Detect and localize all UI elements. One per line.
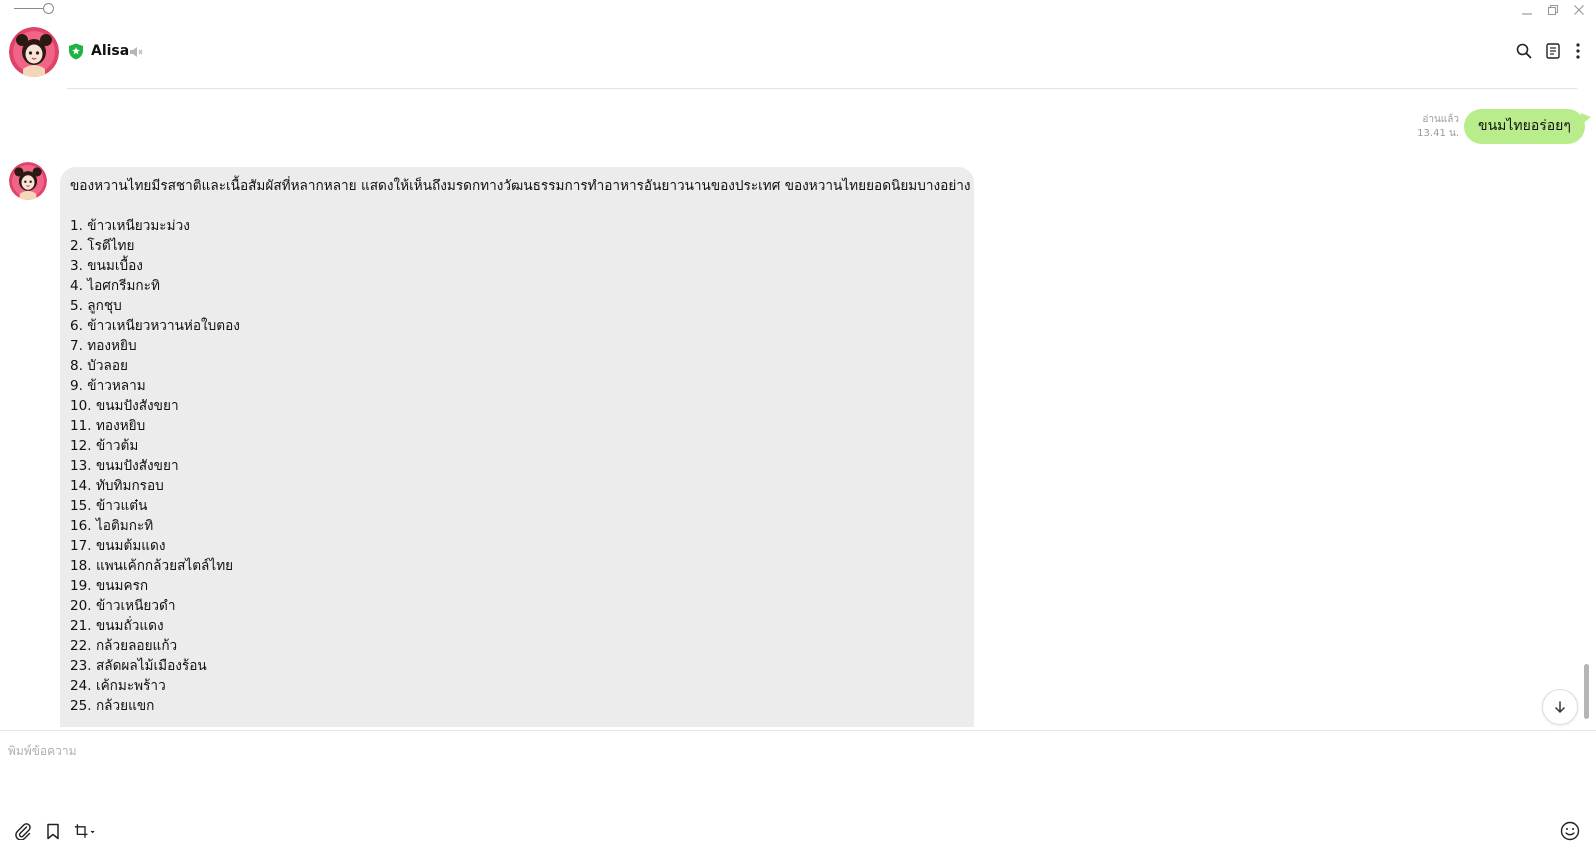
list-item: 18. แพนเค้กกล้วยสไตล์ไทย: [70, 558, 234, 574]
opacity-slider-track[interactable]: [14, 8, 44, 9]
notes-icon[interactable]: [1543, 41, 1563, 61]
minimize-icon[interactable]: [1517, 2, 1537, 18]
contact-avatar[interactable]: [9, 27, 59, 77]
list-item: 7. ทองหยิบ: [70, 338, 137, 354]
restore-icon[interactable]: [1543, 2, 1563, 18]
incoming-message-bubble[interactable]: ของหวานไทยมีรสชาติและเนื้อสัมผัสที่หลากห…: [60, 167, 974, 727]
message-meta: อ่านแล้ว 13.41 น.: [1417, 113, 1459, 141]
list-item: 9. ข้าวหลาม: [70, 378, 146, 394]
emoji-icon[interactable]: [1559, 820, 1581, 842]
message-intro: ของหวานไทยมีรสชาติและเนื้อสัมผัสที่หลากห…: [70, 178, 974, 194]
list-item: 1. ข้าวเหนียวมะม่วง: [70, 218, 190, 234]
list-item: 10. ขนมปังสังขยา: [70, 398, 179, 414]
crop-icon[interactable]: [74, 820, 96, 842]
attach-icon[interactable]: [12, 820, 34, 842]
outgoing-message-bubble[interactable]: ขนมไทยอร่อยๆ: [1464, 109, 1591, 144]
composer-divider: [0, 730, 1596, 731]
list-item: 23. สลัดผลไม้เมืองร้อน: [70, 658, 207, 674]
contact-name[interactable]: Alisa: [91, 42, 129, 60]
list-item: 20. ข้าวเหนียวดำ: [70, 598, 176, 614]
dessert-list: 1. ข้าวเหนียวมะม่วง 2. โรตีไทย 3. ขนมเบื้อ…: [70, 216, 964, 716]
opacity-slider-handle[interactable]: [43, 3, 54, 14]
list-item: 5. ลูกชุบ: [70, 298, 122, 314]
list-item: 22. กล้วยลอยแก้ว: [70, 638, 178, 654]
more-icon[interactable]: [1568, 41, 1588, 61]
list-item: 14. ทับทิมกรอบ: [70, 478, 164, 494]
mute-icon: [129, 44, 143, 58]
list-item: 11. ทองหยิบ: [70, 418, 146, 434]
close-icon[interactable]: [1569, 2, 1589, 18]
message-input[interactable]: [8, 742, 1578, 802]
list-item: 25. กล้วยแขก: [70, 698, 155, 714]
list-item: 6. ข้าวเหนียวหวานห่อใบตอง: [70, 318, 240, 334]
verified-shield-icon: [68, 43, 84, 60]
list-item: 2. โรตีไทย: [70, 238, 135, 254]
list-item: 4. ไอศกรีมกะทิ: [70, 278, 160, 294]
list-item: 3. ขนมเบื้อง: [70, 258, 143, 274]
sender-avatar[interactable]: [9, 162, 47, 200]
list-item: 13. ขนมปังสังขยา: [70, 458, 179, 474]
list-item: 17. ขนมต้มแดง: [70, 538, 166, 554]
list-item: 21. ขนมถั่วแดง: [70, 618, 164, 634]
message-time: 13.41 น.: [1417, 128, 1459, 139]
read-status: อ่านแล้ว: [1422, 114, 1459, 125]
header-divider: [67, 88, 1577, 89]
scroll-to-bottom-button[interactable]: [1542, 689, 1578, 725]
list-item: 24. เค้กมะพร้าว: [70, 678, 166, 694]
list-item: 8. บัวลอย: [70, 358, 129, 374]
search-icon[interactable]: [1514, 41, 1534, 61]
list-item: 19. ขนมครก: [70, 578, 149, 594]
chat-window: Alisa อ่านแล้ว 13.41 น. ขนมไทยอร่อยๆ ของ…: [0, 0, 1596, 849]
arrow-down-icon: [1554, 701, 1566, 714]
list-item: 12. ข้าวต้ม: [70, 438, 139, 454]
chat-scrollbar[interactable]: [1584, 664, 1589, 719]
list-item: 15. ข้าวแต๋น: [70, 498, 148, 514]
bookmark-icon[interactable]: [42, 820, 64, 842]
list-item: 16. ไอติมกะทิ: [70, 518, 154, 534]
